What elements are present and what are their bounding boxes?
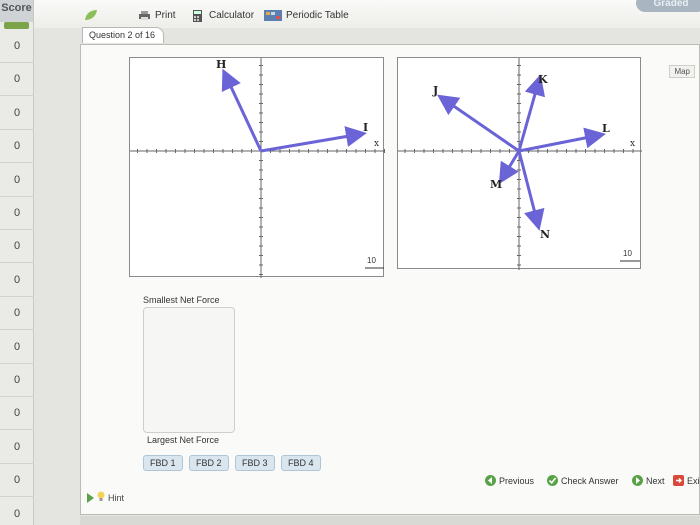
fbd-1-diagram: H I x 10: [129, 57, 385, 278]
vector-i-label: I: [363, 121, 368, 134]
question-tab: Question 2 of 16: [82, 27, 165, 43]
vector-l-label: L: [602, 122, 610, 135]
calculator-icon: [192, 10, 205, 22]
graded-badge: Graded: [636, 0, 700, 12]
leaf-icon: [84, 8, 98, 26]
question-panel: Map H I x 10 J K L M N x 10 Smallest Net…: [80, 44, 700, 515]
lightbulb-icon: [97, 491, 105, 504]
expand-triangle-icon: [87, 492, 94, 503]
vector-h-label: H: [216, 58, 226, 71]
print-label: Print: [155, 10, 176, 21]
previous-label: Previous: [499, 475, 535, 486]
score-progress-bar: [4, 22, 29, 29]
score-cell: 0: [0, 431, 34, 464]
check-answer-label: Check Answer: [561, 475, 619, 486]
printer-icon: [138, 10, 151, 21]
score-cell: 0: [0, 297, 34, 331]
top-toolbar: Print Calculator Periodic Table Graded: [34, 0, 700, 28]
periodic-table-button[interactable]: Periodic Table: [264, 10, 349, 21]
score-cell: 0: [0, 364, 34, 397]
exit-icon: [673, 475, 684, 486]
vector-i-arrow: [260, 126, 367, 153]
previous-button[interactable]: Previous: [485, 475, 534, 486]
vector-m-label: M: [490, 178, 502, 191]
calculator-label: Calculator: [209, 10, 255, 21]
score-column: Score 000000000000000: [0, 0, 34, 525]
next-label: Next: [646, 475, 665, 486]
next-button[interactable]: Next: [632, 475, 665, 486]
score-cell: 0: [0, 164, 34, 197]
fbd-1-button[interactable]: FBD 1: [143, 455, 183, 471]
score-cell: 0: [0, 464, 34, 498]
vector-k-label: K: [538, 73, 548, 86]
vector-n-label: N: [540, 228, 550, 241]
vector-l-arrow: [518, 127, 606, 153]
fbd-3-button[interactable]: FBD 3: [235, 455, 275, 471]
largest-net-force-label: Largest Net Force: [147, 435, 220, 445]
vector-j-label: J: [432, 84, 438, 97]
vector-k-arrow: [517, 74, 546, 152]
fbd-2-scale-label: 10: [623, 249, 632, 258]
score-cell: 0: [0, 197, 34, 230]
hint-label: Hint: [108, 492, 125, 503]
score-cell: 0: [0, 498, 34, 525]
periodic-table-icon: [264, 10, 282, 21]
calculator-button[interactable]: Calculator: [192, 10, 255, 22]
score-header: Score: [0, 0, 33, 22]
vector-n-arrow: [517, 150, 545, 231]
exit-button[interactable]: Exi: [673, 475, 700, 486]
vector-h-arrow: [221, 68, 263, 152]
smallest-net-force-label: Smallest Net Force: [143, 295, 220, 305]
hint-toggle[interactable]: Hint: [87, 491, 124, 504]
score-cell: 0: [0, 63, 34, 97]
ranking-drop-zone[interactable]: [143, 307, 235, 433]
score-cell: 0: [0, 97, 34, 130]
fbd-1-axes: [130, 58, 385, 278]
periodic-table-label: Periodic Table: [286, 10, 349, 21]
fbd-4-button[interactable]: FBD 4: [281, 455, 321, 471]
check-answer-button[interactable]: Check Answer: [547, 475, 619, 486]
check-icon: [547, 475, 558, 486]
next-arrow-icon: [632, 475, 643, 486]
previous-arrow-icon: [485, 475, 496, 486]
exit-label: Exi: [687, 475, 700, 486]
fbd-2-x-axis-label: x: [630, 139, 635, 149]
fbd-1-scale-label: 10: [367, 256, 376, 265]
score-cell: 0: [0, 331, 34, 364]
print-button[interactable]: Print: [138, 10, 176, 21]
vector-j-arrow: [437, 94, 520, 153]
bottom-strip: [80, 516, 700, 525]
map-button[interactable]: Map: [669, 65, 695, 78]
map-label: Map: [674, 67, 690, 76]
fbd-1-x-axis-label: x: [374, 139, 379, 149]
score-cell: 0: [0, 264, 34, 297]
score-cell: 0: [0, 130, 34, 164]
score-cell: 0: [0, 30, 34, 63]
score-cell: 0: [0, 230, 34, 264]
vector-m-arrow: [498, 150, 521, 185]
score-cell: 0: [0, 397, 34, 431]
fbd-2-diagram: J K L M N x 10: [397, 57, 642, 270]
fbd-2-button[interactable]: FBD 2: [189, 455, 229, 471]
